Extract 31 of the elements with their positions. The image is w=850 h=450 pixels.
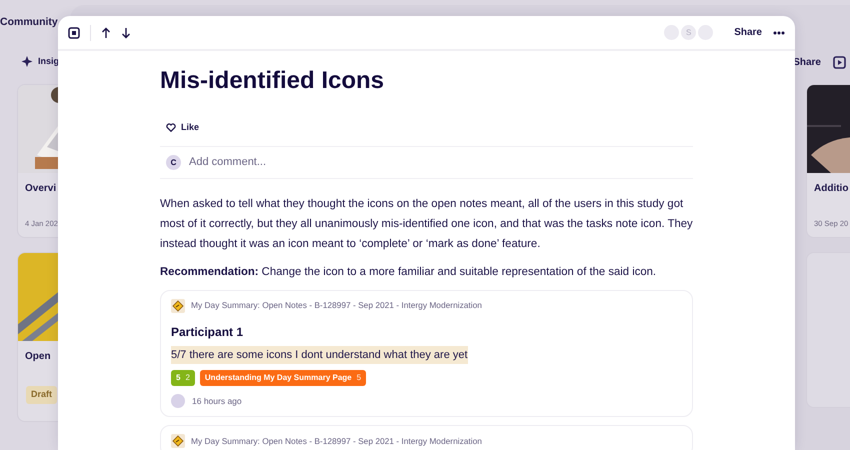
tab-label[interactable]: Insig: [38, 55, 60, 69]
participant-title: Participant 1: [171, 324, 244, 341]
page-title: Mis-identified Icons: [160, 67, 386, 96]
app-title: Community: [0, 16, 58, 28]
quote-text: 5/7 there are some icons I dont understand what they are yet: [171, 346, 468, 364]
avatar: C: [166, 155, 181, 170]
paragraph: Recommendation: Change the icon to a more familiar and suitable representation of the said icon.: [160, 264, 658, 280]
sign-icon: [171, 298, 185, 313]
more-icon[interactable]: [773, 30, 785, 34]
card-title: Additio: [813, 182, 850, 196]
avatar: S: [681, 25, 696, 40]
like-button[interactable]: Like: [160, 120, 206, 134]
paragraph: When asked to tell what they thought the icons on the open notes meant, all of the users in this study got most of it correctly, but they all unanimously mis-identified one icon, and that was the tasks note icon. They instead thought it was an icon meant to ‘complete’ or ‘mark as done’ feature.: [160, 196, 693, 252]
sign-icon: [171, 434, 185, 448]
tag-label: 5: [176, 372, 180, 384]
share-button[interactable]: Share: [733, 24, 763, 41]
up-arrow-icon[interactable]: [101, 26, 111, 38]
sparkle-icon: [20, 55, 34, 69]
down-arrow-icon[interactable]: [121, 26, 131, 38]
source-label: My Day Summary: Open Notes - B-128997 - Sep 2021 - Intergy Modernization: [191, 434, 482, 448]
card-title: Open: [24, 350, 52, 364]
play-icon[interactable]: [833, 56, 846, 69]
stop-icon[interactable]: [68, 26, 80, 38]
heart-icon: [166, 122, 176, 132]
source-label: My Day Summary: Open Notes - B-128997 - Sep 2021 - Intergy Modernization: [191, 299, 482, 312]
tag-count: 2: [185, 372, 190, 384]
status-badge: Draft: [26, 386, 58, 404]
tag-count: 5: [356, 372, 362, 384]
avatar: [171, 394, 185, 408]
tag-label: Understanding My Day Summary Page: [204, 372, 352, 384]
timestamp: 16 hours ago: [192, 394, 242, 408]
